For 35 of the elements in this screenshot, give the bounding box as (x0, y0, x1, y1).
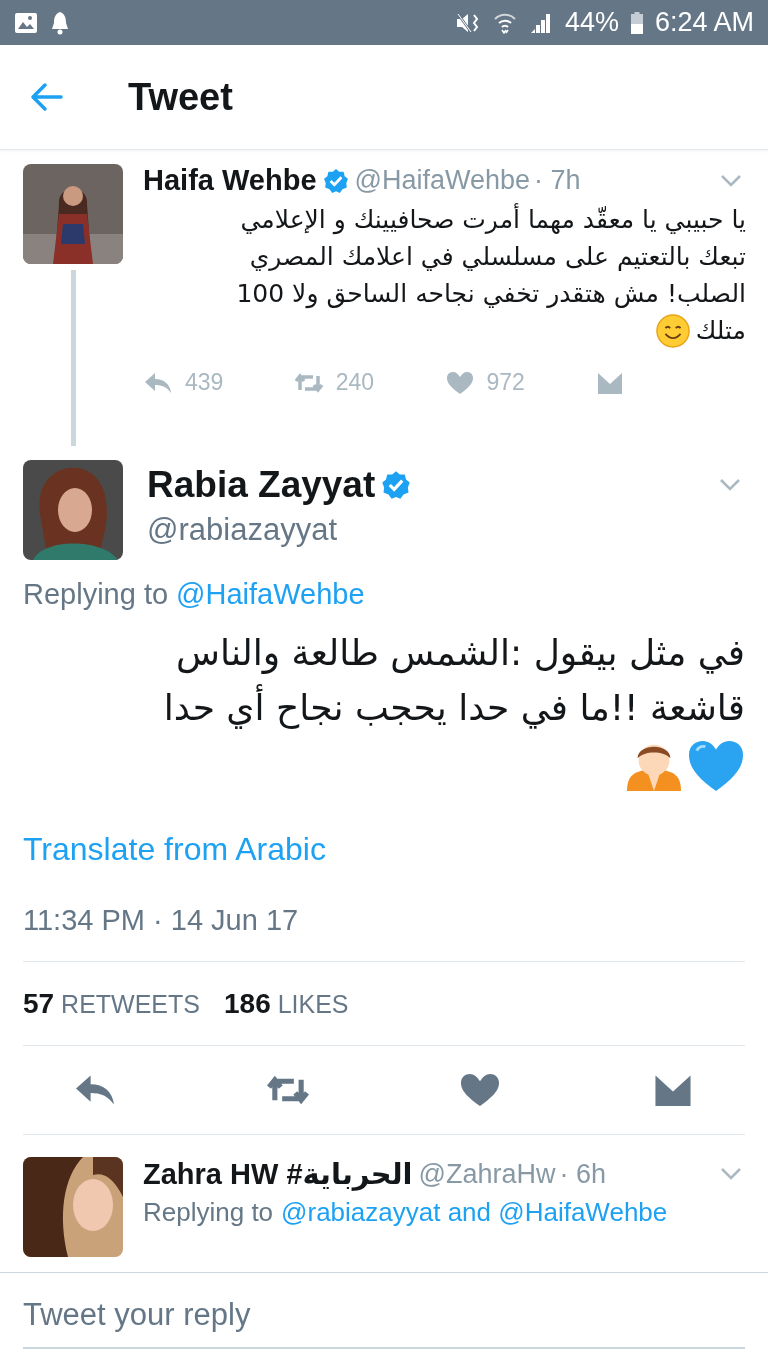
tweet-text-line: الصلب! مش هتقدر تخفي نجاحه الساحق ولا 100 (236, 278, 746, 311)
author-name: Rabia Zayyat (147, 464, 376, 506)
tweet-text-line: متلك (695, 315, 746, 347)
stat-count[interactable]: 186 LIKES (224, 987, 349, 1020)
tweet-text-line: يا حبيبي يا معقّد مهما أمرت صحافيينك و الإعلامي (240, 202, 746, 237)
author-handle: @ZahraHw (418, 1158, 556, 1190)
tweet-age: · 6h (559, 1158, 607, 1190)
tweet-age: · 7h (534, 165, 581, 196)
replying-label: Replying to (143, 1197, 274, 1228)
battery-percentage: 44% (564, 7, 619, 38)
action-count: 439 (185, 369, 224, 396)
mention-link[interactable]: @HaifaWehbe (176, 578, 365, 611)
clock: 6:24 AM (654, 7, 754, 38)
action-count: 972 (486, 369, 525, 396)
author-handle: @HaifaWehbe (354, 165, 530, 196)
author-name: Haifa Wehbe (143, 164, 317, 197)
action-count: 240 (335, 369, 375, 396)
battery-icon (630, 10, 643, 35)
image-icon (14, 11, 38, 34)
page-title: Tweet (128, 75, 233, 119)
replying-label: Replying to (23, 578, 169, 611)
smiling-emoji-icon (655, 313, 690, 348)
translate-link[interactable]: Translate from Arabic (23, 831, 326, 868)
mention-link[interactable]: @rabiazayyat and @HaifaWehbe (281, 1197, 668, 1228)
reply-input-field[interactable]: Tweet your reply (23, 1289, 745, 1349)
author-name: Zahra HW #الحرباية (143, 1157, 413, 1191)
timestamp: 11:34 PM · 14 Jun 17 (23, 904, 299, 937)
heart-emoji-icon (687, 739, 745, 793)
heart-icon[interactable] (444, 369, 475, 396)
stat-count[interactable]: 57 RETWEETS (23, 987, 200, 1020)
tweet-text-line: تبعك بالتعتيم على مسلسلي في اعلامك المصري (249, 241, 746, 273)
bell-icon (50, 10, 70, 35)
tweet-text-line: في مثل بيقول :الشمس طالعة والناس (176, 631, 745, 676)
tweet-text-line: قاشعة !!ما في حدا يحجب نجاح أي حدا (163, 680, 745, 735)
author-handle: @rabiazayyat (147, 512, 337, 548)
